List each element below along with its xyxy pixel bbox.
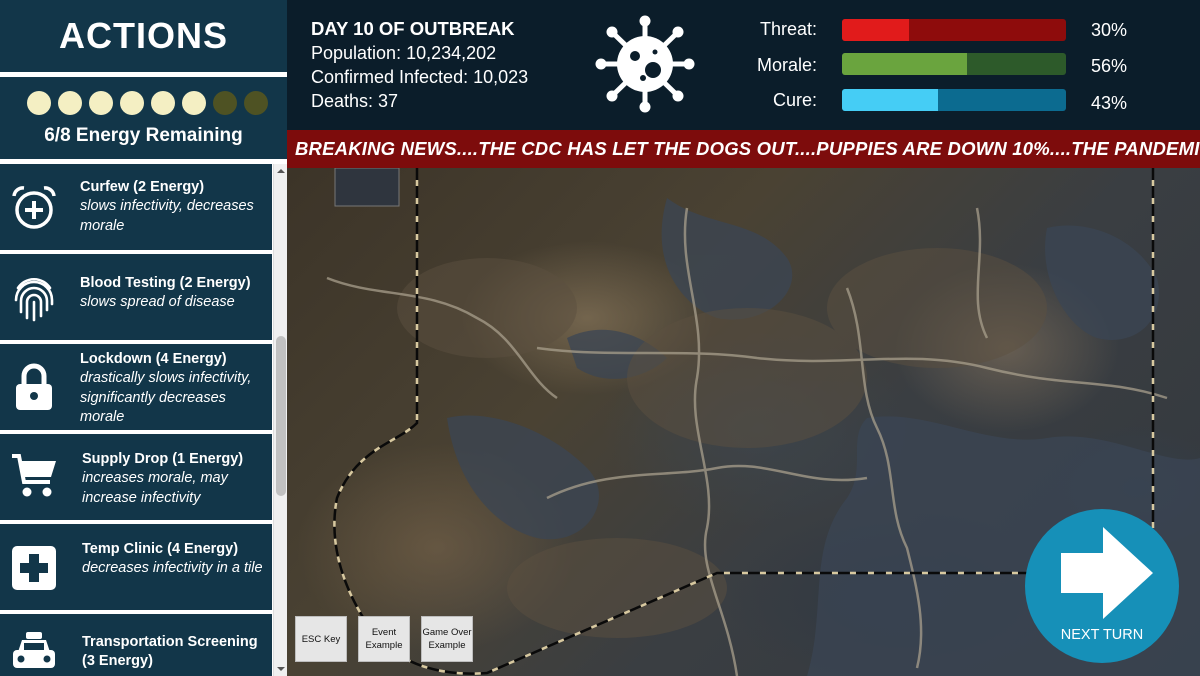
action-title: Supply Drop (1 Energy) <box>82 451 244 467</box>
next-turn-label: NEXT TURN <box>1060 627 1144 643</box>
action-description: decreases infectivity in a tile <box>82 560 263 576</box>
threat-label: Threat: <box>759 19 817 39</box>
virus-icon <box>595 15 695 113</box>
status-bar: DAY 10 OF OUTBREAK Population: 10,234,20… <box>287 0 1200 130</box>
energy-remaining-label: 6/8 Energy Remaining <box>44 125 243 146</box>
threat-percent: 30% <box>1091 20 1128 40</box>
energy-dots <box>27 91 268 115</box>
energy-dot-full <box>58 91 82 115</box>
shopping-cart-icon <box>12 454 56 497</box>
alarm-clock-plus-icon <box>12 186 56 229</box>
threat-meter <box>842 19 1066 41</box>
morale-meter-fill <box>842 53 968 75</box>
energy-dot-full <box>27 91 51 115</box>
action-curfew[interactable]: Curfew (2 Energy) slows infectivity, dec… <box>0 164 272 250</box>
action-description: increases morale, may increase infectivi… <box>82 470 228 506</box>
lock-icon <box>16 363 52 410</box>
morale-percent: 56% <box>1091 56 1128 76</box>
cure-percent: 43% <box>1091 93 1128 113</box>
action-supply-drop[interactable]: Supply Drop (1 Energy) increases morale,… <box>0 434 272 520</box>
next-turn-button[interactable]: NEXT TURN <box>1025 509 1179 663</box>
taxi-icon <box>13 632 55 668</box>
action-description: slows infectivity, decreases morale <box>80 198 254 234</box>
deaths-stat: Deaths: 37 <box>311 91 399 111</box>
population-stat: Population: 10,234,202 <box>311 43 497 63</box>
event-example-button[interactable]: Event Example <box>358 616 410 662</box>
action-blood-testing[interactable]: Blood Testing (2 Energy) slows spread of… <box>0 254 272 340</box>
threat-meter-fill <box>842 19 910 41</box>
action-transportation-screening[interactable]: Transportation Screening (3 Energy) <box>0 614 272 676</box>
action-title: Lockdown (4 Energy) <box>80 351 227 367</box>
action-description: slows spread of disease <box>80 294 235 310</box>
confirmed-infected-stat: Confirmed Infected: 10,023 <box>311 67 529 87</box>
news-ticker: BREAKING NEWS....THE CDC HAS LET THE DOG… <box>287 130 1200 168</box>
cure-meter <box>842 89 1066 111</box>
energy-dot-full <box>182 91 206 115</box>
news-ticker-text: BREAKING NEWS....THE CDC HAS LET THE DOG… <box>295 138 1200 159</box>
esc-key-button[interactable]: ESC Key <box>295 616 347 662</box>
energy-panel: 6/8 Energy Remaining <box>0 77 287 159</box>
energy-dot-full <box>89 91 113 115</box>
actions-sidebar: ACTIONS 6/8 Energy Remaining Curfew (2 E… <box>0 0 287 676</box>
morale-meter <box>842 53 1066 75</box>
action-list: Curfew (2 Energy) slows infectivity, dec… <box>0 164 272 676</box>
energy-dot-full <box>120 91 144 115</box>
action-title: Temp Clinic (4 Energy) <box>82 541 239 557</box>
actions-header: ACTIONS <box>0 0 287 72</box>
cure-label: Cure: <box>772 90 817 110</box>
scrollbar-thumb[interactable] <box>276 336 286 496</box>
energy-dot-full <box>151 91 175 115</box>
medical-cross-icon <box>12 546 56 590</box>
action-lockdown[interactable]: Lockdown (4 Energy) drastically slows in… <box>0 344 272 430</box>
scroll-down-arrow-icon[interactable] <box>274 662 288 676</box>
action-title: Blood Testing (2 Energy) <box>80 275 251 291</box>
action-title: Transportation Screening (3 Energy) <box>82 634 258 669</box>
day-counter: DAY 10 OF OUTBREAK <box>311 18 515 39</box>
scroll-up-arrow-icon[interactable] <box>274 164 288 178</box>
fingerprint-icon <box>14 278 54 322</box>
energy-dot-empty <box>244 91 268 115</box>
action-description: drastically slows infectivity, significa… <box>80 370 252 425</box>
game-over-example-button[interactable]: Game Over Example <box>421 616 473 662</box>
action-title: Curfew (2 Energy) <box>80 179 205 195</box>
action-temp-clinic[interactable]: Temp Clinic (4 Energy) decreases infecti… <box>0 524 272 610</box>
actions-title: ACTIONS <box>59 15 228 56</box>
cure-meter-fill <box>842 89 939 111</box>
game-map[interactable]: ESC Key Event Example Game Over Example … <box>287 168 1200 676</box>
morale-label: Morale: <box>756 55 817 75</box>
energy-dot-empty <box>213 91 237 115</box>
action-list-scrollbar[interactable] <box>273 164 287 676</box>
